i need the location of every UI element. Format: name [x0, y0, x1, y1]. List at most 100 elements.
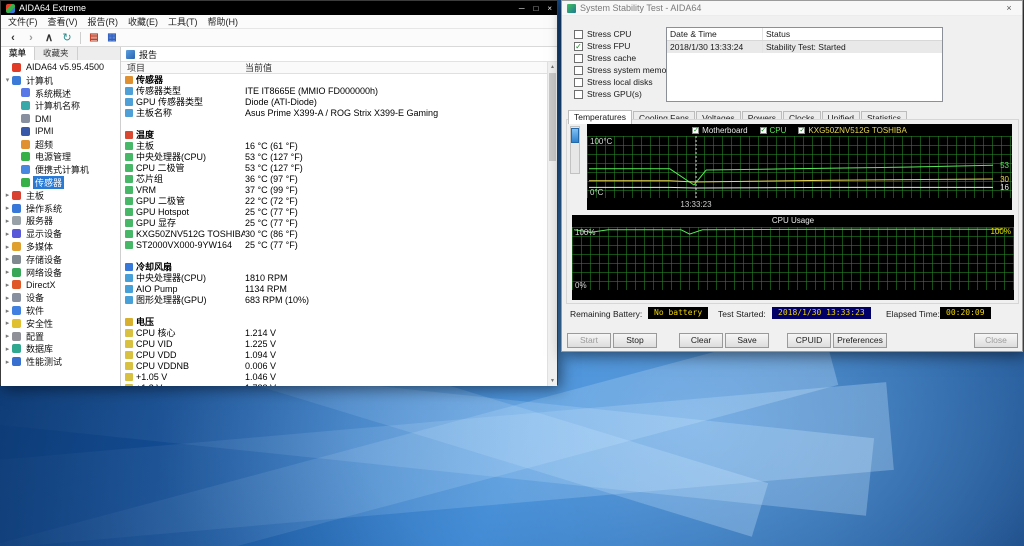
tree-item-item[interactable]: ▸服务器 — [1, 215, 120, 228]
legend-checkbox-icon[interactable]: ✓ — [760, 127, 767, 134]
checkbox-icon[interactable] — [574, 66, 583, 75]
tree-item-item[interactable]: ▸网络设备 — [1, 266, 120, 279]
tree-item-ipmi[interactable]: IPMI — [1, 125, 120, 138]
tree-item-item[interactable]: 系统概述 — [1, 87, 120, 100]
report-row-item[interactable]: 芯片组36 °C (97 °F) — [121, 173, 547, 184]
tree-expand-icon[interactable]: ▸ — [3, 332, 12, 340]
stress-option-stress-cache[interactable]: Stress cache — [574, 52, 673, 64]
tree-item-item[interactable]: 超频 — [1, 138, 120, 151]
menu-item-r[interactable]: 报告(R) — [83, 15, 124, 28]
report-row-1-8-v[interactable]: +1.8 V1.788 V — [121, 382, 547, 386]
graph-scale-slider[interactable] — [570, 126, 580, 174]
tree-item-item[interactable]: ▸主板 — [1, 189, 120, 202]
close-button[interactable]: Close — [974, 333, 1018, 348]
tree-item-item[interactable]: ▸软件 — [1, 304, 120, 317]
tree-item-item[interactable]: ▸数据库 — [1, 343, 120, 356]
checkbox-icon[interactable] — [574, 30, 583, 39]
report-row-st2000vx000-9yw164[interactable]: ST2000VX000-9YW16425 °C (77 °F) — [121, 239, 547, 250]
tree-expand-icon[interactable]: ▸ — [3, 294, 12, 302]
tree-expand-icon[interactable]: ▸ — [3, 268, 12, 276]
checkbox-icon[interactable] — [574, 78, 583, 87]
scroll-thumb[interactable] — [549, 73, 556, 161]
tree-item-item[interactable]: ▾计算机 — [1, 74, 120, 87]
menu-item-t[interactable]: 工具(T) — [163, 15, 203, 28]
tree-item-item[interactable]: ▸多媒体 — [1, 240, 120, 253]
tree-expand-icon[interactable]: ▸ — [3, 217, 12, 225]
report-row-cpu[interactable]: 中央处理器(CPU)1810 RPM — [121, 272, 547, 283]
log-row[interactable]: 2018/1/30 13:33:24Stability Test: Starte… — [667, 41, 942, 53]
checkbox-icon[interactable] — [574, 90, 583, 99]
cpuid-button[interactable]: CPUID — [787, 333, 831, 348]
tree-expand-icon[interactable]: ▸ — [3, 319, 12, 327]
legend-kxg50znv512g-toshiba[interactable]: ✓KXG50ZNV512G TOSHIBA — [798, 126, 906, 135]
back-icon[interactable]: ‹ — [5, 32, 21, 44]
report-row-cpu-vddnb[interactable]: CPU VDDNB0.006 V — [121, 360, 547, 371]
close-icon[interactable]: × — [996, 3, 1022, 13]
forward-icon[interactable]: › — [23, 32, 39, 44]
tree-expand-icon[interactable]: ▸ — [3, 243, 12, 251]
tree-expand-icon[interactable]: ▸ — [3, 204, 12, 212]
tree-item-item[interactable]: 传感器 — [1, 176, 120, 189]
menu-item-f[interactable]: 文件(F) — [3, 15, 43, 28]
legend-cpu[interactable]: ✓CPU — [760, 126, 787, 135]
chart-icon[interactable]: ▦ — [104, 32, 120, 43]
menu-item-v[interactable]: 查看(V) — [43, 15, 83, 28]
report-row-cpu-vdd[interactable]: CPU VDD1.094 V — [121, 349, 547, 360]
report-row-gpu[interactable]: GPU 二极管22 °C (72 °F) — [121, 195, 547, 206]
report-row-item[interactable]: 主板名称Asus Prime X399-A / ROG Strix X399-E… — [121, 107, 547, 118]
tree-item-directx[interactable]: ▸DirectX — [1, 279, 120, 292]
report-row-cpu[interactable]: CPU 核心1.214 V — [121, 327, 547, 338]
report-row-1-05-v[interactable]: +1.05 V1.046 V — [121, 371, 547, 382]
report-row-gpu[interactable]: 图形处理器(GPU)683 RPM (10%) — [121, 294, 547, 305]
report-row-cpu-vid[interactable]: CPU VID1.225 V — [121, 338, 547, 349]
tree-expand-icon[interactable]: ▸ — [3, 255, 12, 263]
refresh-icon[interactable]: ↻ — [59, 31, 75, 44]
start-button[interactable]: Start — [567, 333, 611, 348]
checkbox-icon[interactable]: ✓ — [574, 42, 583, 51]
tree-item-item[interactable]: ▸存储设备 — [1, 253, 120, 266]
tree-item-item[interactable]: 便携式计算机 — [1, 163, 120, 176]
save-button[interactable]: Save — [725, 333, 769, 348]
tree-expand-icon[interactable]: ▸ — [3, 307, 12, 315]
preferences-button[interactable]: Preferences — [833, 333, 887, 348]
minimize-icon[interactable]: ─ — [519, 4, 525, 13]
tree-item-item[interactable]: ▸显示设备 — [1, 227, 120, 240]
report-icon[interactable]: ▤ — [86, 32, 102, 43]
tree-expand-icon[interactable]: ▸ — [3, 230, 12, 238]
tree-item-dmi[interactable]: DMI — [1, 112, 120, 125]
tree-expand-icon[interactable]: ▸ — [3, 191, 12, 199]
stress-option-stress-local-disks[interactable]: Stress local disks — [574, 76, 673, 88]
tree-item-item[interactable]: ▸安全性 — [1, 317, 120, 330]
scroll-down-icon[interactable]: ▼ — [548, 376, 557, 386]
maximize-icon[interactable]: □ — [533, 4, 538, 13]
legend-checkbox-icon[interactable]: ✓ — [798, 127, 805, 134]
tree-item-item[interactable]: ▸配置 — [1, 330, 120, 343]
tree-item-item[interactable]: 计算机名称 — [1, 99, 120, 112]
up-icon[interactable]: ∧ — [41, 31, 57, 44]
stop-button[interactable]: Stop — [613, 333, 657, 348]
scroll-up-icon[interactable]: ▲ — [548, 62, 557, 72]
tree-item-item[interactable]: ▸性能测试 — [1, 355, 120, 368]
stress-option-stress-fpu[interactable]: ✓Stress FPU — [574, 40, 673, 52]
tab-temperatures[interactable]: Temperatures — [568, 110, 632, 124]
tree-expand-icon[interactable]: ▸ — [3, 345, 12, 353]
tree-expand-icon[interactable]: ▸ — [3, 358, 12, 366]
slider-thumb[interactable] — [571, 128, 579, 143]
report-scrollbar[interactable]: ▲ ▼ — [547, 62, 557, 386]
tree-item-aida64-v5-95-4500[interactable]: AIDA64 v5.95.4500 — [1, 61, 120, 74]
close-icon[interactable]: × — [547, 4, 552, 13]
sidebar-tab-item[interactable]: 菜单 — [1, 47, 35, 60]
report-row-gpu[interactable]: GPU 显存25 °C (77 °F) — [121, 217, 547, 228]
clear-button[interactable]: Clear — [679, 333, 723, 348]
checkbox-icon[interactable] — [574, 54, 583, 63]
stress-option-stress-cpu[interactable]: Stress CPU — [574, 28, 673, 40]
report-row-kxg50znv512g-toshiba[interactable]: KXG50ZNV512G TOSHIBA30 °C (86 °F) — [121, 228, 547, 239]
tree-item-item[interactable]: 电源管理 — [1, 151, 120, 164]
menu-item-e[interactable]: 收藏(E) — [123, 15, 163, 28]
stress-option-stress-gpu-s[interactable]: Stress GPU(s) — [574, 88, 673, 100]
stress-option-stress-system-memory[interactable]: Stress system memory — [574, 64, 673, 76]
tree-expand-icon[interactable]: ▾ — [3, 76, 12, 84]
sidebar-tab-item[interactable]: 收藏夹 — [35, 47, 78, 60]
tree-item-item[interactable]: ▸设备 — [1, 291, 120, 304]
legend-motherboard[interactable]: ✓Motherboard — [692, 126, 747, 135]
